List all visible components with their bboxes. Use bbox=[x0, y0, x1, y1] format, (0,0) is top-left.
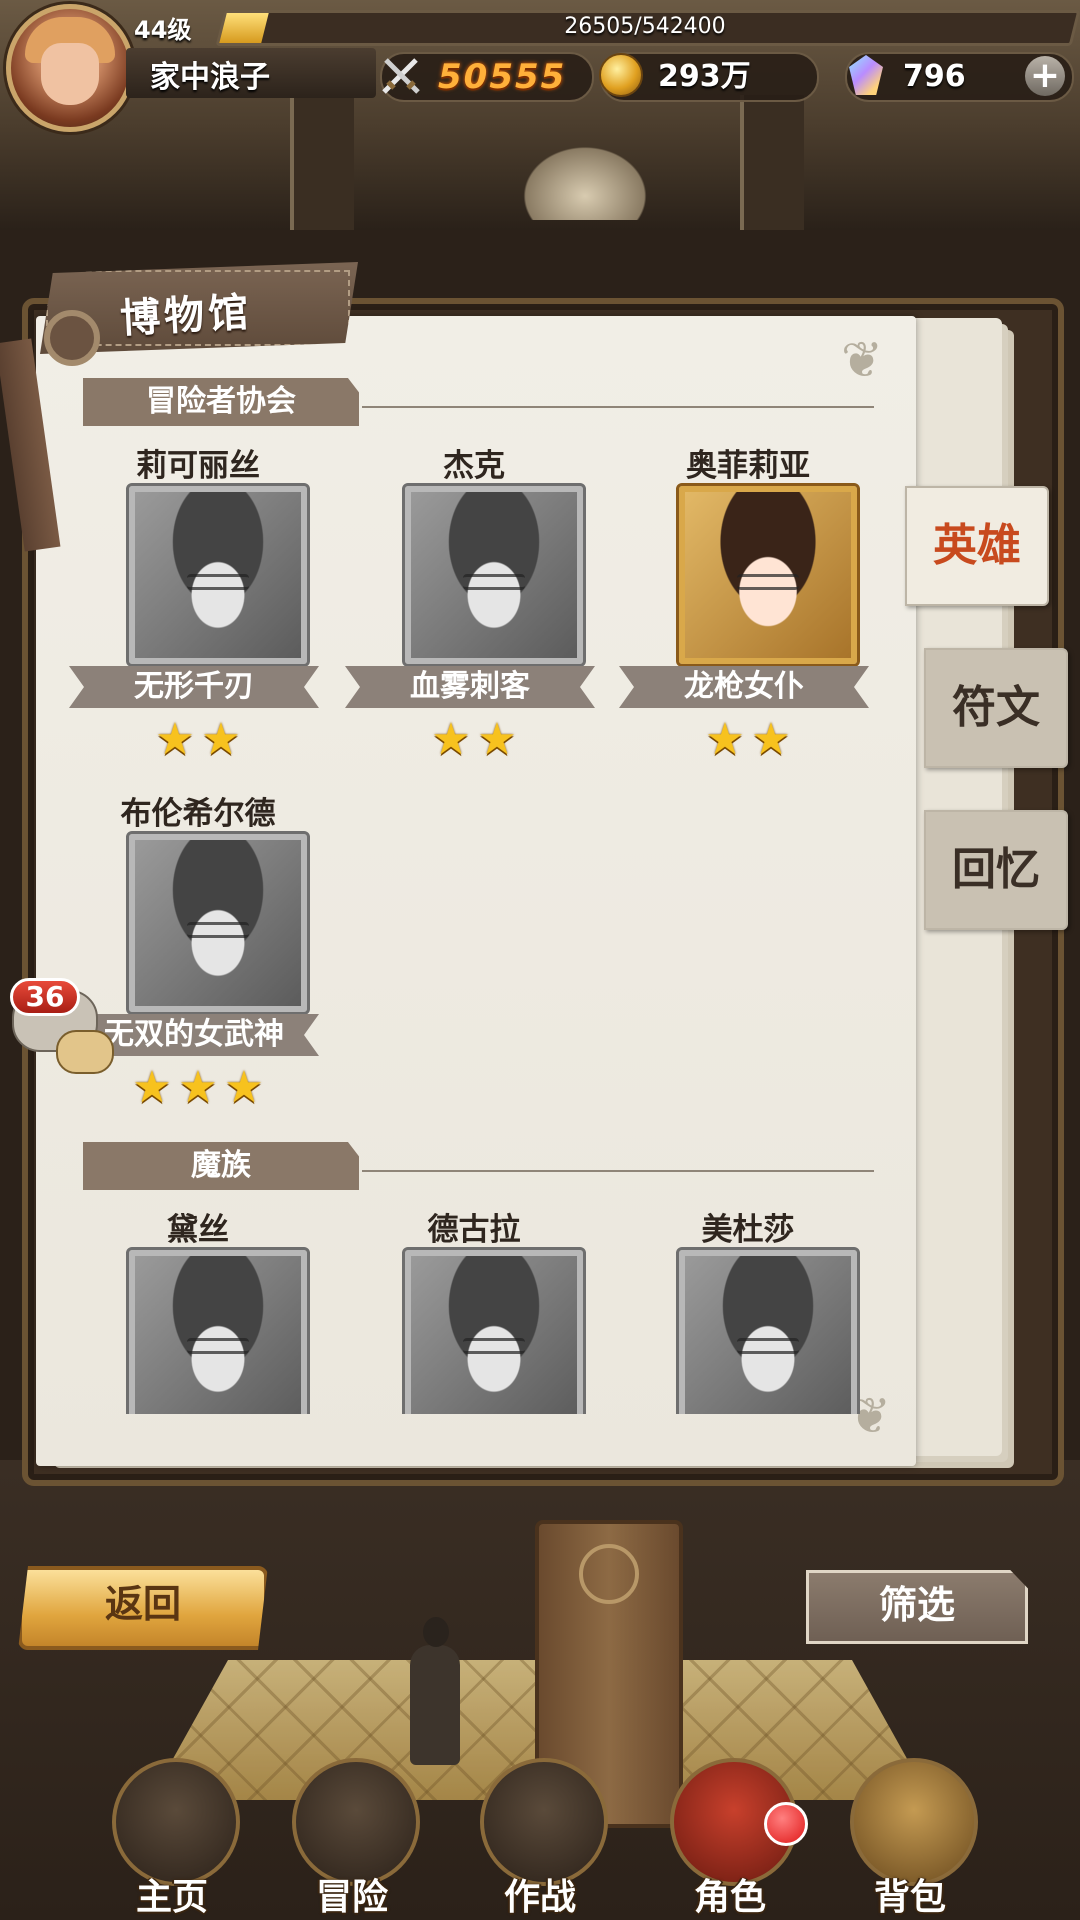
nav-adventure[interactable]: 冒险 bbox=[262, 1740, 442, 1920]
gold-value: 293万 bbox=[658, 59, 751, 94]
battle-girl-icon bbox=[480, 1758, 608, 1886]
castle-statue-icon bbox=[112, 1758, 240, 1886]
hero-title: 龙枪女仆 bbox=[619, 666, 869, 708]
nav-label: 冒险 bbox=[315, 1877, 388, 1918]
hero-title: 无形千刃 bbox=[69, 666, 319, 708]
tab-runes[interactable]: 符文 bbox=[924, 648, 1068, 768]
notification-dot bbox=[764, 1802, 808, 1846]
section-header-demons: 魔族 bbox=[83, 1142, 359, 1190]
hero-portrait[interactable] bbox=[126, 831, 310, 1015]
player-name: 家中浪子 bbox=[150, 60, 270, 95]
nav-label: 背包 bbox=[873, 1877, 946, 1918]
section-divider bbox=[362, 1170, 874, 1172]
add-gems-button[interactable]: + bbox=[1025, 56, 1065, 96]
hero-name: 杰克 bbox=[443, 448, 505, 484]
pillar bbox=[290, 95, 354, 230]
nav-backpack[interactable]: 背包 bbox=[820, 1740, 1000, 1920]
exp-text: 26505/542400 bbox=[564, 14, 726, 39]
page-title: 博物馆 bbox=[119, 289, 254, 343]
gem-value: 796 bbox=[903, 59, 966, 94]
corner-ornament-icon: ❦ bbox=[841, 331, 883, 389]
tag-ring-icon bbox=[44, 310, 100, 366]
back-button[interactable]: 返回 bbox=[18, 1566, 268, 1650]
star-icon: ★ bbox=[201, 714, 241, 765]
star-rating: ★ ★ bbox=[61, 718, 335, 762]
hero-portrait[interactable] bbox=[676, 483, 860, 667]
filter-button[interactable]: 筛选 bbox=[806, 1570, 1028, 1644]
nav-label: 主页 bbox=[135, 1877, 208, 1918]
nav-label: 作战 bbox=[503, 1877, 576, 1918]
hero-name: 布伦希尔德 bbox=[120, 796, 276, 832]
backpack-icon bbox=[850, 1758, 978, 1886]
star-icon: ★ bbox=[477, 714, 517, 765]
hero-portrait[interactable] bbox=[126, 483, 310, 667]
hero-portrait[interactable] bbox=[676, 1247, 860, 1414]
hero-title: 血雾刺客 bbox=[345, 666, 595, 708]
nav-home[interactable]: 主页 bbox=[82, 1740, 262, 1920]
hero-card[interactable]: 黛丝 bbox=[61, 1204, 335, 1414]
section-header-adventurers: 冒险者协会 bbox=[83, 378, 359, 426]
hero-name: 黛丝 bbox=[167, 1212, 229, 1248]
statue-decoration bbox=[515, 140, 655, 220]
hero-card[interactable]: 德古拉 bbox=[337, 1204, 611, 1414]
portal-gate-icon bbox=[292, 1758, 420, 1886]
star-icon: ★ bbox=[224, 1062, 264, 1113]
tab-heroes[interactable]: 英雄 bbox=[905, 486, 1049, 606]
nav-label: 角色 bbox=[693, 1877, 766, 1918]
star-icon: ★ bbox=[705, 714, 745, 765]
tab-memories[interactable]: 回忆 bbox=[924, 810, 1068, 930]
section-divider bbox=[362, 406, 874, 408]
hero-card[interactable]: 美杜莎 bbox=[611, 1204, 885, 1414]
nav-battle[interactable]: 作战 bbox=[450, 1740, 630, 1920]
star-icon: ★ bbox=[751, 714, 791, 765]
star-icon: ★ bbox=[155, 714, 195, 765]
crystal-gem-icon bbox=[841, 50, 891, 100]
hero-portrait[interactable] bbox=[402, 1247, 586, 1414]
avatar-face bbox=[41, 43, 99, 105]
pillar bbox=[740, 95, 804, 230]
star-icon: ★ bbox=[132, 1062, 172, 1113]
gold-counter: 293万 bbox=[599, 52, 819, 102]
hero-name: 美杜莎 bbox=[701, 1212, 795, 1248]
player-level: 44级 bbox=[134, 16, 192, 44]
crossed-swords-icon bbox=[376, 50, 426, 100]
player-avatar[interactable] bbox=[6, 4, 134, 132]
chat-unread-badge: 36 bbox=[10, 978, 80, 1016]
hero-portrait[interactable] bbox=[126, 1247, 310, 1414]
hero-name: 莉可丽丝 bbox=[136, 448, 260, 484]
hero-name: 德古拉 bbox=[427, 1212, 521, 1248]
star-icon: ★ bbox=[431, 714, 471, 765]
star-rating: ★ ★ ★ bbox=[61, 1066, 335, 1110]
hero-name: 奥菲莉亚 bbox=[686, 448, 810, 484]
combat-power-value: 50555 bbox=[438, 57, 567, 97]
gold-coin-icon bbox=[596, 50, 646, 100]
bottom-nav: 主页 冒险 作战 角色 背包 bbox=[0, 1740, 1080, 1920]
star-icon: ★ bbox=[178, 1062, 218, 1113]
star-rating: ★ ★ bbox=[611, 718, 885, 762]
hero-portrait[interactable] bbox=[402, 483, 586, 667]
combat-power: 50555 bbox=[380, 52, 594, 102]
star-rating: ★ ★ bbox=[337, 718, 611, 762]
